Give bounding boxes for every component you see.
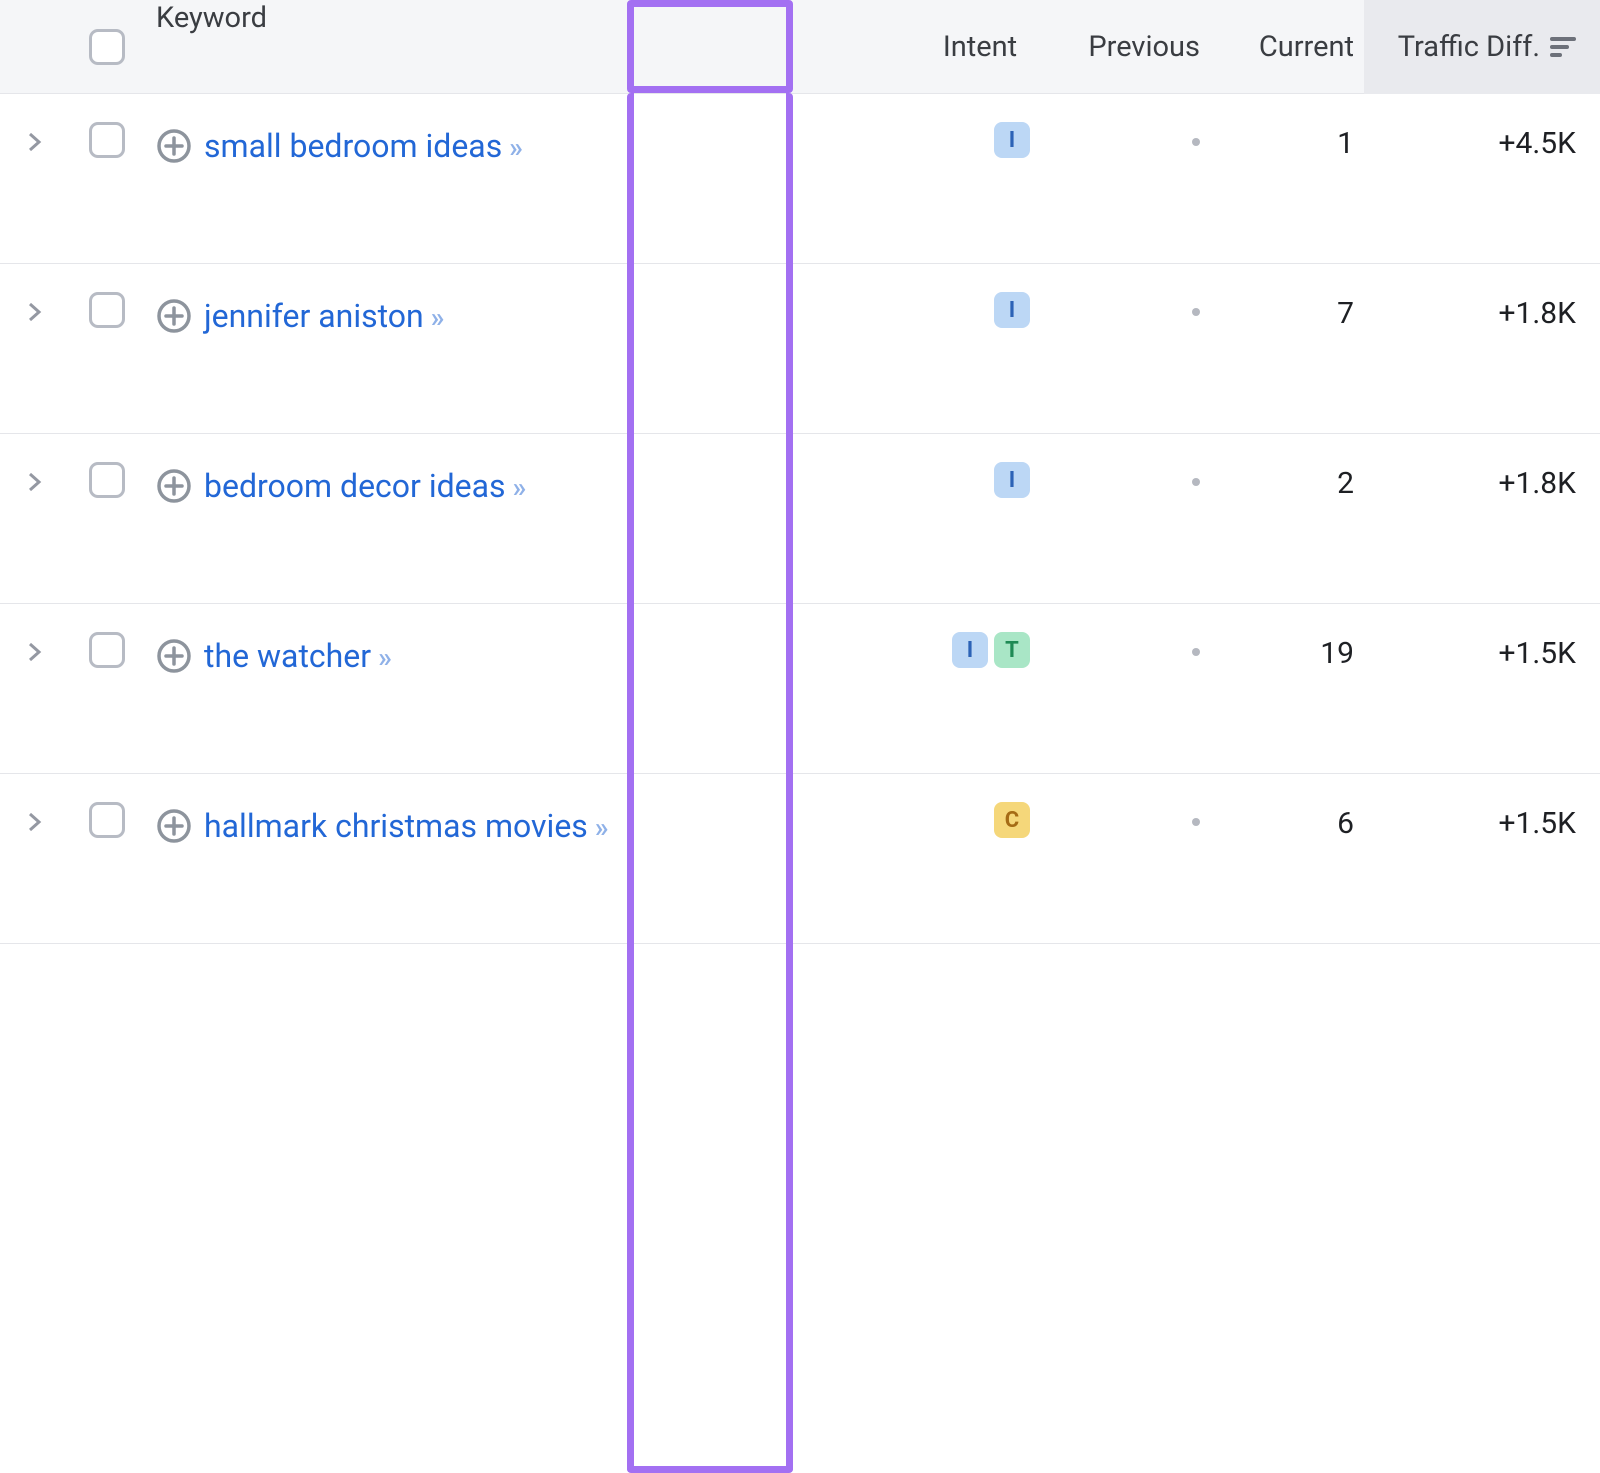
traffic-diff-value: +1.8K bbox=[1499, 296, 1576, 331]
table-row: bedroom decor ideas » I 2 +1.8K bbox=[0, 434, 1600, 604]
add-keyword-icon[interactable] bbox=[156, 298, 192, 334]
traffic-diff-value: +1.8K bbox=[1499, 466, 1576, 501]
row-checkbox[interactable] bbox=[89, 122, 125, 158]
intent-badge-t[interactable]: T bbox=[994, 632, 1030, 668]
keyword-link[interactable]: hallmark christmas movies » bbox=[204, 802, 603, 850]
add-keyword-icon[interactable] bbox=[156, 468, 192, 504]
header-intent-label: Intent bbox=[943, 30, 1017, 64]
sort-desc-icon bbox=[1550, 36, 1576, 58]
header-keyword[interactable]: Keyword bbox=[144, 0, 910, 94]
current-value: 7 bbox=[1337, 296, 1354, 331]
header-traffic-label: Traffic Diff. bbox=[1398, 30, 1540, 64]
table-row: hallmark christmas movies » C 6 +1.5K bbox=[0, 774, 1600, 944]
intent-badge-i[interactable]: I bbox=[994, 292, 1030, 328]
intent-badge-i[interactable]: I bbox=[994, 122, 1030, 158]
add-keyword-icon[interactable] bbox=[156, 128, 192, 164]
header-intent[interactable]: Intent bbox=[910, 0, 1050, 94]
current-value: 1 bbox=[1337, 126, 1354, 161]
keyword-link[interactable]: the watcher » bbox=[204, 632, 386, 680]
traffic-diff-value: +4.5K bbox=[1499, 126, 1576, 161]
expand-row-icon[interactable] bbox=[26, 638, 44, 674]
table-row: small bedroom ideas » I 1 +4.5K bbox=[0, 94, 1600, 264]
expand-row-icon[interactable] bbox=[26, 128, 44, 164]
row-checkbox[interactable] bbox=[89, 632, 125, 668]
intent-badge-c[interactable]: C bbox=[994, 802, 1030, 838]
current-value: 6 bbox=[1337, 806, 1354, 841]
row-checkbox[interactable] bbox=[89, 292, 125, 328]
keywords-table: Keyword Intent Previous Current Traffic … bbox=[0, 0, 1600, 944]
table-row: the watcher » IT 19 +1.5K bbox=[0, 604, 1600, 774]
keyword-open-icon: » bbox=[377, 641, 386, 674]
intent-badge-i[interactable]: I bbox=[952, 632, 988, 668]
header-previous[interactable]: Previous bbox=[1050, 0, 1210, 94]
keyword-open-icon: » bbox=[512, 471, 521, 504]
keyword-open-icon: » bbox=[594, 811, 603, 844]
expand-row-icon[interactable] bbox=[26, 468, 44, 504]
previous-empty-dot bbox=[1192, 138, 1200, 146]
expand-row-icon[interactable] bbox=[26, 298, 44, 334]
current-value: 2 bbox=[1337, 466, 1354, 501]
header-traffic-diff[interactable]: Traffic Diff. bbox=[1364, 0, 1600, 94]
header-checkbox-cell bbox=[70, 0, 144, 94]
header-current[interactable]: Current bbox=[1210, 0, 1364, 94]
keyword-link[interactable]: small bedroom ideas » bbox=[204, 122, 517, 170]
keyword-link[interactable]: bedroom decor ideas » bbox=[204, 462, 520, 510]
previous-empty-dot bbox=[1192, 478, 1200, 486]
expand-row-icon[interactable] bbox=[26, 808, 44, 844]
add-keyword-icon[interactable] bbox=[156, 638, 192, 674]
header-expand-spacer bbox=[0, 0, 70, 94]
table-header-row: Keyword Intent Previous Current Traffic … bbox=[0, 0, 1600, 94]
previous-empty-dot bbox=[1192, 818, 1200, 826]
keyword-open-icon: » bbox=[508, 131, 517, 164]
table-row: jennifer aniston » I 7 +1.8K bbox=[0, 264, 1600, 434]
intent-badge-i[interactable]: I bbox=[994, 462, 1030, 498]
header-previous-label: Previous bbox=[1088, 30, 1200, 64]
row-checkbox[interactable] bbox=[89, 802, 125, 838]
previous-empty-dot bbox=[1192, 308, 1200, 316]
current-value: 19 bbox=[1320, 636, 1354, 671]
traffic-diff-value: +1.5K bbox=[1499, 636, 1576, 671]
previous-empty-dot bbox=[1192, 648, 1200, 656]
select-all-checkbox[interactable] bbox=[89, 29, 125, 65]
add-keyword-icon[interactable] bbox=[156, 808, 192, 844]
row-checkbox[interactable] bbox=[89, 462, 125, 498]
header-current-label: Current bbox=[1259, 30, 1354, 64]
traffic-diff-value: +1.5K bbox=[1499, 806, 1576, 841]
keyword-open-icon: » bbox=[430, 301, 439, 334]
header-keyword-label: Keyword bbox=[156, 1, 267, 35]
keyword-link[interactable]: jennifer aniston » bbox=[204, 292, 438, 340]
